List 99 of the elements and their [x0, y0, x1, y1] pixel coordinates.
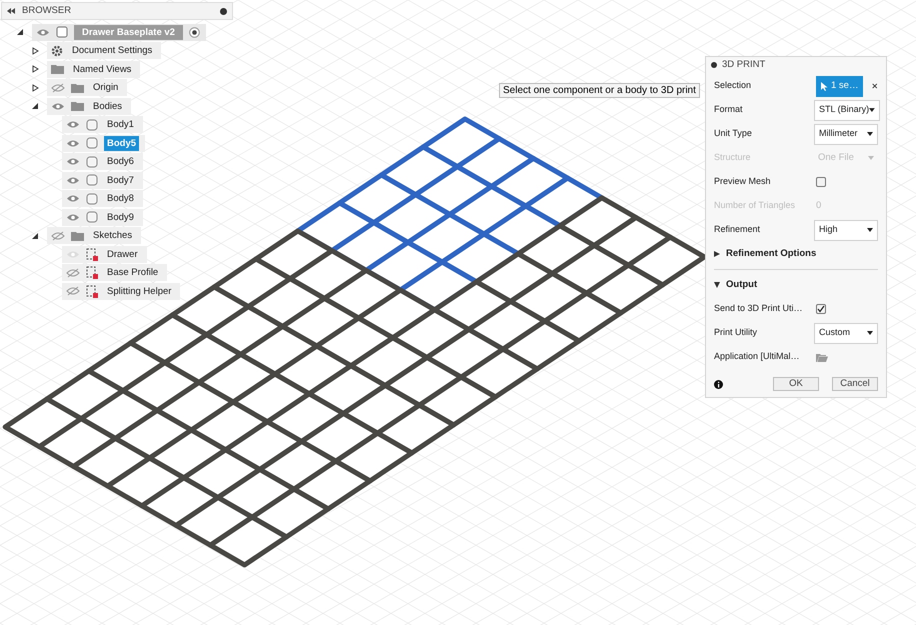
collapsed-triangle-icon[interactable]	[714, 251, 720, 257]
dialog-button[interactable]: OK	[773, 377, 819, 391]
panel-title: BROWSER	[22, 4, 72, 18]
eye-icon[interactable]	[66, 194, 80, 204]
tree-item[interactable]: Origin	[47, 79, 128, 96]
collapsed-triangle-icon[interactable]	[32, 84, 39, 92]
active-radio-icon[interactable]	[188, 26, 200, 38]
tree-item-label: Splitting Helper	[106, 284, 172, 299]
field-label: Unit Type	[714, 127, 753, 140]
tree-item-label: Drawer	[106, 248, 139, 262]
tree-item-label: Body1	[106, 118, 135, 132]
tree-item[interactable]: Named Views	[47, 60, 140, 78]
tree-item-label: Bodies	[92, 100, 124, 114]
field-label: Format	[714, 103, 744, 116]
settings-icon	[51, 44, 63, 57]
tree-item-label: Body8	[106, 192, 135, 206]
dropdown-field[interactable]: Millimeter	[814, 124, 878, 144]
eye-icon[interactable]	[66, 120, 80, 130]
section-heading[interactable]: Output	[726, 278, 758, 292]
dropdown-field[interactable]: Custom	[814, 322, 878, 344]
folder-icon	[71, 230, 84, 241]
tooltip: Select one component or a body to 3D print	[499, 83, 700, 98]
field-label: Selection	[714, 79, 752, 92]
folder-icon	[51, 64, 64, 74]
tree-item[interactable]: Body9	[62, 208, 143, 226]
selection-button[interactable]: 1 se…	[816, 76, 864, 96]
body-icon	[86, 156, 98, 168]
field-label: Send to 3D Print Uti…	[714, 302, 804, 316]
expanded-triangle-icon[interactable]	[714, 282, 720, 288]
dropdown-caret-icon	[868, 156, 874, 160]
field-label: Refinement	[714, 223, 762, 236]
tree-item-label: Drawer Baseplate v2	[74, 24, 183, 40]
sketch-icon	[86, 284, 98, 298]
tree-item-label: Named Views	[72, 62, 132, 77]
tree-item-label: Body6	[106, 155, 135, 170]
panel-pin-icon[interactable]	[220, 8, 227, 14]
tree-item[interactable]: Bodies	[47, 98, 132, 115]
component-icon	[56, 26, 68, 38]
expanded-triangle-icon[interactable]	[17, 28, 24, 36]
dropdown-field: One File	[814, 148, 878, 168]
eye-icon[interactable]	[66, 157, 80, 166]
dropdown-caret-icon	[867, 228, 873, 232]
eye-icon[interactable]	[66, 212, 80, 222]
field-label: Number of Triangles	[714, 199, 796, 212]
dropdown-caret-icon	[867, 132, 873, 136]
tree-item[interactable]: Body1	[62, 116, 143, 134]
field-value: 0	[816, 198, 822, 213]
tree-item[interactable]: Base Profile	[62, 264, 168, 282]
collapse-panel-icon[interactable]	[7, 8, 15, 14]
dropdown-caret-icon	[869, 108, 875, 112]
dropdown-field[interactable]: STL (Binary)	[814, 100, 880, 120]
dropdown-caret-icon	[867, 331, 873, 335]
field-label: Print Utility	[714, 326, 758, 340]
tree-item-label: Origin	[92, 81, 120, 96]
field-label: Application [UltiMal…	[714, 350, 801, 364]
section-heading[interactable]: Refinement Options	[726, 246, 816, 262]
cursor-icon	[821, 82, 828, 90]
collapsed-triangle-icon[interactable]	[32, 65, 39, 74]
folder-icon	[71, 82, 84, 93]
tree-item[interactable]: Body7	[62, 172, 143, 189]
tree-item-label: Document Settings	[71, 44, 154, 58]
eye-icon[interactable]	[51, 102, 65, 111]
body-icon	[86, 118, 98, 131]
tree-item-label: Body9	[106, 210, 135, 225]
tree-item[interactable]: Sketches	[47, 227, 142, 244]
close-icon[interactable]	[872, 82, 878, 90]
tree-item[interactable]: Document Settings	[47, 42, 162, 60]
expanded-triangle-icon[interactable]	[32, 232, 39, 240]
field-label: Preview Mesh	[714, 175, 772, 188]
tree-item-label: Sketches	[92, 229, 134, 244]
body-icon	[86, 211, 98, 224]
body-icon	[86, 192, 98, 205]
tree-item[interactable]: Splitting Helper	[62, 282, 180, 300]
tree-item[interactable]: Body8	[62, 190, 143, 208]
eye-icon[interactable]	[66, 176, 80, 185]
dialog-pin-icon[interactable]	[711, 62, 717, 68]
dropdown-field[interactable]: High	[814, 220, 878, 240]
tree-item[interactable]: Drawer	[62, 246, 147, 263]
tree-item[interactable]: Body5	[62, 134, 146, 152]
checkbox[interactable]	[816, 177, 826, 187]
dialog-button[interactable]: Cancel	[832, 377, 878, 391]
sketch-icon	[86, 248, 98, 261]
collapsed-triangle-icon[interactable]	[32, 46, 39, 55]
expanded-triangle-icon[interactable]	[32, 102, 39, 110]
info-icon[interactable]	[714, 380, 723, 388]
body-icon	[86, 137, 98, 150]
dialog-title: 3D PRINT	[722, 58, 766, 72]
eye-icon[interactable]	[66, 138, 80, 148]
sketch-icon	[86, 266, 98, 280]
checkbox[interactable]	[816, 304, 826, 314]
folder-icon	[71, 101, 84, 112]
field-label: Structure	[714, 151, 752, 164]
eye-icon[interactable]	[36, 28, 50, 37]
folder-icon[interactable]	[816, 352, 828, 362]
body-icon	[86, 174, 98, 186]
tree-item-label: Base Profile	[106, 266, 160, 280]
tree-item-label: Body7	[106, 174, 135, 188]
tree-item[interactable]: Body6	[62, 153, 143, 170]
tree-item-label: Body5	[104, 136, 140, 151]
